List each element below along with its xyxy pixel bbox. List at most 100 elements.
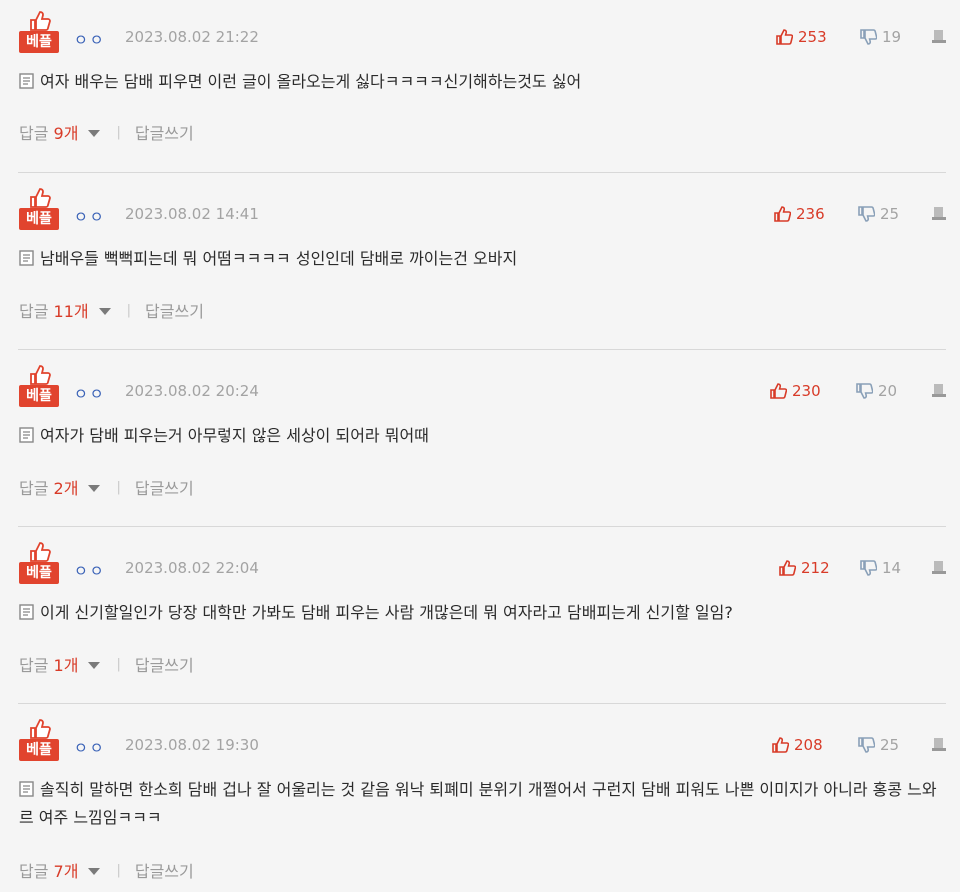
report-icon[interactable]	[931, 382, 947, 398]
comment-date: 2023.08.02 21:22	[125, 28, 259, 46]
report-icon[interactable]	[931, 28, 947, 44]
downvote-count: 25	[880, 205, 900, 223]
best-label: 베플	[19, 562, 59, 584]
chevron-down-icon[interactable]	[98, 308, 111, 315]
comment-text: 여자가 담배 피우는거 아무렇지 않은 세상이 되어라 뭐어때	[40, 426, 429, 445]
reply-count: 9개	[53, 124, 79, 143]
comment-footer: 답글 2개 | 답글쓰기	[19, 476, 194, 498]
thumbs-down-icon	[860, 560, 877, 576]
thumbs-up-icon	[772, 737, 789, 753]
document-icon	[19, 427, 34, 443]
thumbs-up-icon	[30, 11, 51, 31]
chevron-down-icon[interactable]	[88, 485, 101, 492]
thumbs-up-icon	[30, 542, 51, 562]
comment-date: 2023.08.02 19:30	[125, 736, 259, 754]
chevron-down-icon[interactable]	[88, 868, 101, 875]
upvote-button[interactable]: 208	[772, 734, 823, 756]
comment-footer: 답글 7개 | 답글쓰기	[19, 859, 194, 881]
comment-body: 여자가 담배 피우는거 아무렇지 않은 세상이 되어라 뭐어때	[19, 422, 944, 450]
best-comment-badge: 베플	[19, 11, 59, 53]
nickname[interactable]: ㅇㅇ	[74, 206, 106, 227]
reply-label: 답글	[19, 479, 49, 498]
thumbs-up-icon	[779, 560, 796, 576]
write-reply-link[interactable]: 답글쓰기	[145, 298, 204, 322]
comment-body: 남배우들 뻑뻑피는데 뭐 어떰ㅋㅋㅋㅋ 성인인데 담배로 까이는건 오바지	[19, 245, 944, 273]
comment-text: 솔직히 말하면 한소희 담배 겁나 잘 어울리는 것 같음 워낙 퇴폐미 분위기…	[19, 780, 937, 827]
downvote-button[interactable]: 25	[858, 203, 899, 225]
upvote-count: 253	[798, 28, 827, 46]
downvote-button[interactable]: 19	[860, 26, 901, 48]
upvote-button[interactable]: 253	[776, 26, 827, 48]
reply-toggle[interactable]: 답글 9개	[19, 120, 78, 144]
write-reply-link[interactable]: 답글쓰기	[135, 120, 194, 144]
divider	[18, 703, 946, 704]
comment-footer: 답글 11개 | 답글쓰기	[19, 299, 204, 321]
thumbs-down-icon	[858, 206, 875, 222]
nickname[interactable]: ㅇㅇ	[74, 383, 106, 404]
comment-body: 이게 신기할일인가 당장 대학만 가봐도 담배 피우는 사람 개많은데 뭐 여자…	[19, 599, 944, 627]
comment-date: 2023.08.02 14:41	[125, 205, 259, 223]
upvote-count: 236	[796, 205, 825, 223]
best-comment-badge: 베플	[19, 365, 59, 407]
thumbs-up-icon	[30, 188, 51, 208]
report-icon[interactable]	[931, 559, 947, 575]
best-label: 베플	[19, 208, 59, 230]
thumbs-down-icon	[860, 29, 877, 45]
divider	[18, 349, 946, 350]
reply-toggle[interactable]: 답글 2개	[19, 475, 78, 499]
best-comment-badge: 베플	[19, 188, 59, 230]
upvote-button[interactable]: 212	[779, 557, 830, 579]
chevron-down-icon[interactable]	[88, 662, 101, 669]
thumbs-down-icon	[858, 737, 875, 753]
comment-date: 2023.08.02 22:04	[125, 559, 259, 577]
downvote-count: 19	[882, 28, 902, 46]
downvote-count: 20	[878, 382, 898, 400]
thumbs-up-icon	[774, 206, 791, 222]
downvote-button[interactable]: 25	[858, 734, 899, 756]
upvote-count: 230	[792, 382, 821, 400]
comment-text: 남배우들 뻑뻑피는데 뭐 어떰ㅋㅋㅋㅋ 성인인데 담배로 까이는건 오바지	[40, 249, 518, 268]
reply-label: 답글	[19, 656, 49, 675]
reply-count: 11개	[53, 302, 89, 321]
report-icon[interactable]	[931, 205, 947, 221]
reply-count: 7개	[53, 862, 79, 881]
write-reply-link[interactable]: 답글쓰기	[135, 475, 194, 499]
reply-label: 답글	[19, 124, 49, 143]
upvote-button[interactable]: 236	[774, 203, 825, 225]
reply-toggle[interactable]: 답글 1개	[19, 652, 78, 676]
downvote-count: 14	[882, 559, 902, 577]
reply-toggle[interactable]: 답글 11개	[19, 298, 89, 322]
best-comment-badge: 베플	[19, 719, 59, 761]
comment-body: 솔직히 말하면 한소희 담배 겁나 잘 어울리는 것 같음 워낙 퇴폐미 분위기…	[19, 776, 944, 832]
nickname[interactable]: ㅇㅇ	[74, 29, 106, 50]
document-icon	[19, 781, 34, 797]
comment-text: 이게 신기할일인가 당장 대학만 가봐도 담배 피우는 사람 개많은데 뭐 여자…	[40, 603, 733, 622]
upvote-button[interactable]: 230	[770, 380, 821, 402]
document-icon	[19, 73, 34, 89]
downvote-button[interactable]: 14	[860, 557, 901, 579]
thumbs-up-icon	[30, 365, 51, 385]
divider	[18, 172, 946, 173]
chevron-down-icon[interactable]	[88, 130, 101, 137]
separator: |	[116, 479, 121, 495]
write-reply-link[interactable]: 답글쓰기	[135, 652, 194, 676]
reply-count: 2개	[53, 479, 79, 498]
downvote-button[interactable]: 20	[856, 380, 897, 402]
thumbs-up-icon	[30, 719, 51, 739]
report-icon[interactable]	[931, 736, 947, 752]
comment-date: 2023.08.02 20:24	[125, 382, 259, 400]
nickname[interactable]: ㅇㅇ	[74, 560, 106, 581]
downvote-count: 25	[880, 736, 900, 754]
nickname[interactable]: ㅇㅇ	[74, 737, 106, 758]
separator: |	[116, 124, 121, 140]
reply-count: 1개	[53, 656, 79, 675]
comment-text: 여자 배우는 담배 피우면 이런 글이 올라오는게 싫다ㅋㅋㅋㅋ신기해하는것도 …	[40, 72, 582, 91]
document-icon	[19, 250, 34, 266]
reply-toggle[interactable]: 답글 7개	[19, 858, 78, 882]
write-reply-link[interactable]: 답글쓰기	[135, 858, 194, 882]
separator: |	[116, 656, 121, 672]
comment-body: 여자 배우는 담배 피우면 이런 글이 올라오는게 싫다ㅋㅋㅋㅋ신기해하는것도 …	[19, 68, 944, 96]
separator: |	[126, 302, 132, 318]
divider	[18, 526, 946, 527]
separator: |	[116, 862, 121, 878]
